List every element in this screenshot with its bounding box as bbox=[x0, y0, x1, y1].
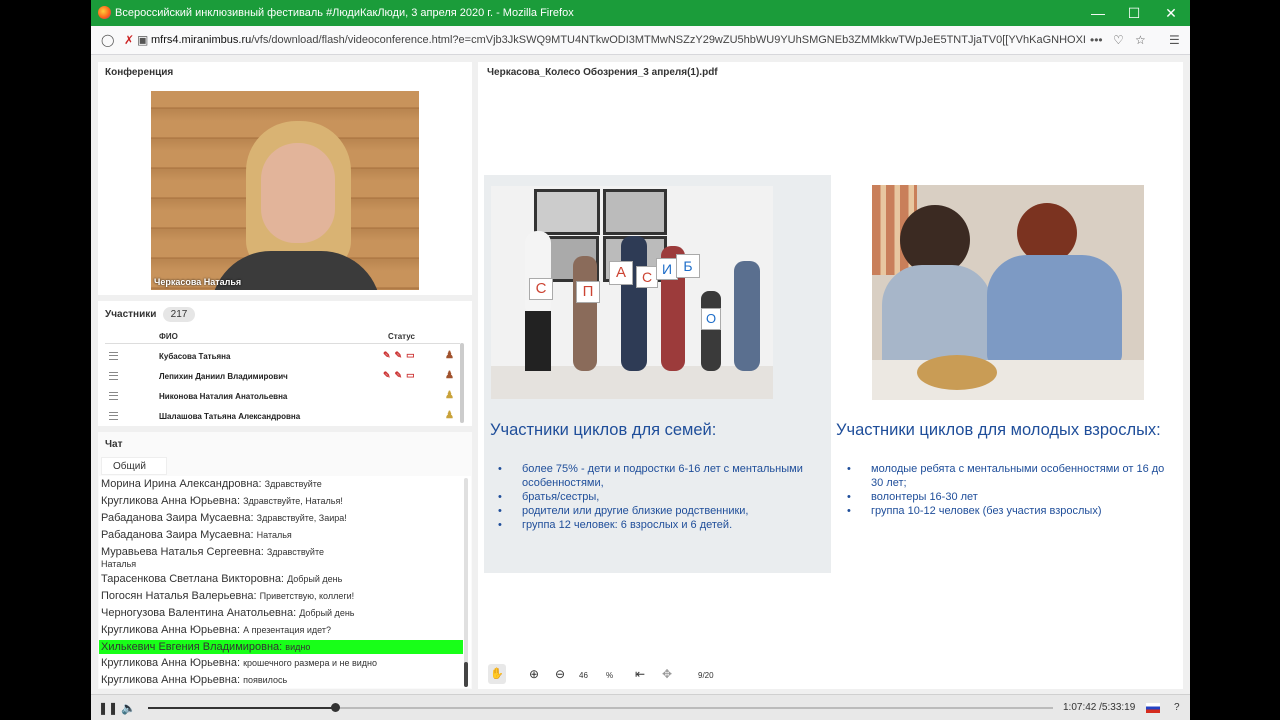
user-avatar-icon: ♟ bbox=[445, 350, 454, 361]
played-portion bbox=[148, 707, 336, 709]
column-header-name[interactable]: ФИО bbox=[159, 332, 178, 341]
zoom-value[interactable]: 46 bbox=[579, 671, 588, 680]
chat-message: Муравьева Наталья Сергеевна: Здравствуйт… bbox=[101, 546, 324, 569]
title-bar: Всероссийский инклюзивный фестиваль #Люд… bbox=[91, 0, 1190, 26]
chat-message: Кругликова Анна Юрьевна: появилось bbox=[101, 674, 288, 686]
document-title: Черкасова_Колесо Обозрения_3 апреля(1).p… bbox=[487, 67, 718, 78]
drag-handle-icon[interactable] bbox=[109, 352, 118, 360]
letter-card: П bbox=[576, 281, 600, 303]
right-heading: Участники циклов для молодых взрослых: bbox=[836, 421, 1161, 439]
minimize-button[interactable]: — bbox=[1080, 0, 1116, 26]
chat-scrollbar[interactable] bbox=[464, 478, 468, 687]
chat-message: Кругликова Анна Юрьевна: Здравствуйте, Н… bbox=[101, 495, 343, 507]
playback-time: 1:07:42 /5:33:19 bbox=[1063, 702, 1136, 713]
chat-scroll-thumb[interactable] bbox=[464, 662, 468, 687]
russian-flag-icon[interactable] bbox=[1146, 703, 1160, 713]
window-title: Всероссийский инклюзивный фестиваль #Люд… bbox=[115, 7, 574, 19]
letter-card: С bbox=[529, 278, 553, 300]
fit-width-icon[interactable]: ⇤ bbox=[635, 667, 645, 681]
participant-status-icons[interactable]: ✎✎▭ bbox=[383, 350, 419, 361]
zoom-out-icon[interactable]: ⊖ bbox=[555, 667, 565, 681]
menu-icon[interactable]: ☰ bbox=[1169, 33, 1180, 47]
chat-message: Кругликова Анна Юрьевна: крошечного разм… bbox=[101, 657, 377, 669]
right-bullet: • молодые ребята с ментальными особенност… bbox=[847, 463, 1165, 489]
browser-window: Всероссийский инклюзивный фестиваль #Люд… bbox=[91, 0, 1190, 720]
bookmark-star-icon[interactable]: ☆ bbox=[1135, 33, 1146, 47]
zoom-unit: % bbox=[606, 671, 614, 680]
art-class-photo bbox=[872, 185, 1144, 400]
participant-row[interactable]: Кубасова Татьяна ✎✎▭ ♟ bbox=[105, 346, 455, 366]
user-avatar-icon: ♟ bbox=[445, 370, 454, 381]
left-bullet: • группа 12 человек: 6 взрослых и 6 детей… bbox=[498, 519, 733, 531]
presentation-slide: С П А С И Б О Участники циклов для семей… bbox=[484, 130, 1179, 618]
playback-progress[interactable] bbox=[148, 703, 1053, 712]
help-button[interactable]: ? bbox=[1174, 702, 1180, 713]
participant-name: Кубасова Татьяна bbox=[159, 352, 231, 361]
fit-page-icon[interactable]: ✥ bbox=[662, 667, 672, 681]
participant-name: Лепихин Даниил Владимирович bbox=[159, 372, 288, 381]
participant-row[interactable]: Никонова Наталия Анатольевна ♟ bbox=[105, 386, 455, 406]
participant-row[interactable]: Шалашова Татьяна Александровна ♟ bbox=[105, 406, 455, 426]
left-bullet: • более 75% - дети и подростки 6-16 лет с… bbox=[498, 463, 803, 489]
participant-name: Шалашова Татьяна Александровна bbox=[159, 412, 301, 421]
speaker-name: Черкасова Наталья bbox=[154, 277, 242, 287]
close-button[interactable]: ✕ bbox=[1153, 0, 1189, 26]
right-bullet: • группа 10-12 человек (без участия взрос… bbox=[847, 505, 1102, 517]
right-bullet: • волонтеры 16-30 лет bbox=[847, 491, 978, 503]
letter-card: Б bbox=[676, 254, 700, 278]
drag-handle-icon[interactable] bbox=[109, 392, 118, 400]
pocket-icon[interactable]: ♡ bbox=[1113, 33, 1124, 47]
left-bullet: • братья/сестры, bbox=[498, 491, 600, 503]
chat-message: Кругликова Анна Юрьевна: А презентация и… bbox=[101, 624, 331, 636]
drag-handle-icon[interactable] bbox=[109, 372, 118, 380]
children-photo: С П А С И Б О bbox=[491, 186, 773, 399]
volume-icon[interactable]: 🔈 bbox=[121, 701, 136, 715]
speaker-video[interactable]: Черкасова Наталья bbox=[151, 91, 419, 290]
participants-count-badge: 217 bbox=[163, 307, 195, 322]
conference-title: Конференция bbox=[105, 67, 174, 78]
hand-tool-icon[interactable]: ✋ bbox=[488, 664, 506, 684]
left-bullet: • родители или другие близкие родственник… bbox=[498, 505, 749, 517]
page-icon: ▣ bbox=[137, 33, 149, 47]
letter-card: И bbox=[656, 258, 678, 280]
chat-message: Рабаданова Заира Мусаевна: Наталья bbox=[101, 529, 292, 541]
participant-status-icons[interactable]: ✎✎▭ bbox=[383, 370, 419, 381]
left-heading: Участники циклов для семей: bbox=[490, 421, 717, 439]
letter-card: О bbox=[701, 308, 721, 330]
chat-message: Черногузова Валентина Анатольевна: Добры… bbox=[101, 607, 355, 619]
column-header-status[interactable]: Статус bbox=[388, 332, 415, 341]
playback-bar: ❚❚ 🔈 1:07:42 /5:33:19 ? bbox=[91, 694, 1190, 720]
address-bar[interactable]: ◯ ✗ ▣ mfrs4.miranimbus.ru/vfs/download/f… bbox=[91, 26, 1190, 55]
drag-handle-icon[interactable] bbox=[109, 412, 118, 420]
pause-icon[interactable]: ❚❚ bbox=[98, 701, 118, 715]
user-avatar-icon: ♟ bbox=[445, 390, 454, 401]
chat-message: Морина Ирина Александровна: Здравствуйте bbox=[101, 478, 322, 490]
camera-blocked-icon[interactable]: ✗ bbox=[124, 33, 134, 47]
chat-title: Чат bbox=[105, 439, 123, 450]
chat-message: Погосян Наталья Валерьевна: Приветствую,… bbox=[101, 590, 355, 602]
letter-card: С bbox=[636, 266, 658, 288]
participants-scrollbar[interactable] bbox=[460, 343, 464, 423]
chat-message-highlighted: Хилькевич Евгения Владимировна: видно bbox=[99, 640, 463, 654]
participant-row[interactable]: Лепихин Даниил Владимирович ✎✎▭ ♟ bbox=[105, 366, 455, 386]
page-actions-button[interactable]: ••• bbox=[1090, 33, 1103, 47]
shield-icon[interactable]: ◯ bbox=[101, 33, 114, 47]
chat-message: Тарасенкова Светлана Викторовна: Добрый … bbox=[101, 573, 343, 585]
page-indicator: 9/20 bbox=[698, 671, 714, 680]
user-avatar-icon: ♟ bbox=[445, 410, 454, 421]
chat-tab-general[interactable]: Общий bbox=[101, 457, 167, 475]
participant-name: Никонова Наталия Анатольевна bbox=[159, 392, 288, 401]
letter-card: А bbox=[609, 261, 633, 285]
maximize-button[interactable]: ☐ bbox=[1116, 0, 1152, 26]
chat-message: Рабаданова Заира Мусаевна: Здравствуйте,… bbox=[101, 512, 347, 524]
participants-title: Участники bbox=[105, 309, 157, 320]
url-text[interactable]: mfrs4.miranimbus.ru/vfs/download/flash/v… bbox=[151, 34, 1086, 46]
zoom-in-icon[interactable]: ⊕ bbox=[529, 667, 539, 681]
pdf-toolbar: ✋ ⊕ ⊖ 46 % ⇤ ✥ 9/20 bbox=[484, 664, 984, 688]
firefox-logo-icon bbox=[98, 6, 111, 19]
progress-knob[interactable] bbox=[331, 703, 341, 712]
